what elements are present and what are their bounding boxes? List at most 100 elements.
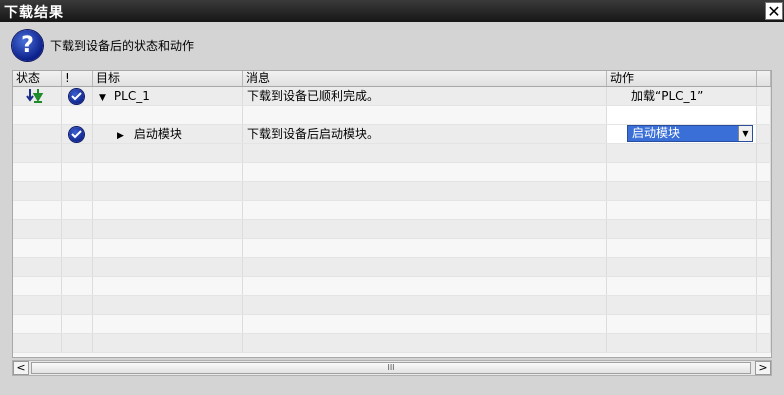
message-text: 下载到设备已顺利完成。 — [247, 89, 380, 103]
empty-cell — [93, 277, 243, 295]
empty-cell — [607, 220, 757, 238]
empty-cell — [13, 201, 62, 219]
empty-cell — [93, 163, 243, 181]
title-bar: 下载结果 ✕ — [0, 0, 784, 22]
empty-cell — [62, 296, 93, 314]
message-cell: 下载到设备已顺利完成。 — [243, 87, 607, 105]
empty-cell — [243, 239, 607, 257]
empty-cell — [757, 334, 771, 352]
empty-cell — [93, 144, 243, 162]
empty-cell — [607, 315, 757, 333]
action-select[interactable]: 启动模块 ▼ — [627, 125, 753, 142]
empty-cell — [607, 144, 757, 162]
alert-cell — [62, 125, 93, 143]
empty-cell — [93, 220, 243, 238]
empty-cell — [757, 220, 771, 238]
empty-cell — [243, 258, 607, 276]
empty-cell — [62, 144, 93, 162]
table-row — [13, 106, 771, 125]
empty-cell — [13, 163, 62, 181]
empty-cell — [607, 258, 757, 276]
empty-cell — [607, 163, 757, 181]
empty-cell — [13, 144, 62, 162]
window-title: 下载结果 — [4, 5, 64, 21]
scroll-right-button[interactable]: > — [755, 361, 771, 375]
empty-cell — [757, 277, 771, 295]
empty-cell — [757, 258, 771, 276]
empty-cell — [62, 334, 93, 352]
column-header-alert[interactable]: ! — [62, 71, 93, 86]
empty-cell — [757, 182, 771, 200]
status-cell — [13, 125, 62, 143]
empty-cell — [607, 201, 757, 219]
chevron-down-icon[interactable]: ▼ — [738, 126, 752, 141]
empty-cell — [757, 296, 771, 314]
table-row — [13, 258, 771, 277]
empty-cell — [62, 315, 93, 333]
empty-cell — [757, 144, 771, 162]
extra-cell — [757, 125, 771, 143]
empty-cell — [757, 163, 771, 181]
empty-cell — [13, 220, 62, 238]
empty-cell — [13, 296, 62, 314]
empty-cell — [757, 239, 771, 257]
empty-cell — [93, 239, 243, 257]
empty-cell — [757, 201, 771, 219]
table-row[interactable]: ▼ PLC_1 下载到设备已顺利完成。 加载“PLC_1” — [13, 87, 771, 106]
extra-cell — [757, 87, 771, 105]
column-header-action[interactable]: 动作 — [607, 71, 757, 86]
empty-cell — [607, 106, 757, 124]
empty-cell — [13, 315, 62, 333]
empty-cell — [13, 334, 62, 352]
empty-cell — [243, 277, 607, 295]
empty-cell — [93, 182, 243, 200]
action-select-value: 启动模块 — [632, 126, 681, 140]
column-header-target[interactable]: 目标 — [93, 71, 243, 86]
question-icon: ? — [12, 29, 43, 61]
alert-cell — [62, 87, 93, 105]
empty-cell — [62, 258, 93, 276]
header-text: 下载到设备后的状态和动作 — [50, 38, 195, 53]
collapsed-arrow-icon[interactable]: ▶ — [117, 127, 124, 143]
column-header-status[interactable]: 状态 — [13, 71, 62, 86]
empty-cell — [93, 296, 243, 314]
empty-cell — [243, 144, 607, 162]
action-text: 加载“PLC_1” — [631, 89, 704, 103]
table-row — [13, 220, 771, 239]
target-cell: ▼ PLC_1 — [93, 87, 243, 105]
results-table: 状态 ! 目标 消息 动作 ▼ PLC_1 下载到设备已顺利完成。 加载“PLC_… — [12, 70, 772, 358]
header: ? 下载到设备后的状态和动作 — [12, 29, 194, 61]
empty-cell — [757, 106, 771, 124]
empty-cell — [93, 315, 243, 333]
download-status-icon — [26, 89, 44, 103]
table-row — [13, 182, 771, 201]
empty-cell — [13, 258, 62, 276]
table-row[interactable]: ▶ 启动模块 下载到设备后启动模块。 启动模块 ▼ — [13, 125, 771, 144]
horizontal-scrollbar[interactable]: < III > — [12, 360, 772, 376]
empty-cell — [13, 239, 62, 257]
scroll-thumb[interactable]: III — [31, 362, 751, 374]
message-text: 下载到设备后启动模块。 — [247, 127, 380, 141]
empty-cell — [243, 334, 607, 352]
empty-cell — [607, 182, 757, 200]
table-row — [13, 239, 771, 258]
empty-cell — [62, 182, 93, 200]
empty-cell — [62, 220, 93, 238]
empty-cell — [757, 315, 771, 333]
column-header-message[interactable]: 消息 — [243, 71, 607, 86]
empty-cell — [93, 258, 243, 276]
status-cell — [13, 87, 62, 105]
table-header: 状态 ! 目标 消息 动作 — [13, 71, 771, 87]
action-cell: 启动模块 ▼ — [607, 125, 757, 143]
empty-cell — [607, 277, 757, 295]
empty-cell — [243, 296, 607, 314]
column-header-extra — [757, 71, 771, 86]
target-label: PLC_1 — [113, 89, 150, 103]
close-button[interactable]: ✕ — [765, 2, 783, 20]
empty-cell — [62, 239, 93, 257]
expand-icon[interactable]: ▼ — [99, 89, 106, 105]
check-icon — [69, 127, 84, 142]
empty-cell — [243, 201, 607, 219]
empty-cell — [243, 163, 607, 181]
scroll-left-button[interactable]: < — [13, 361, 29, 375]
